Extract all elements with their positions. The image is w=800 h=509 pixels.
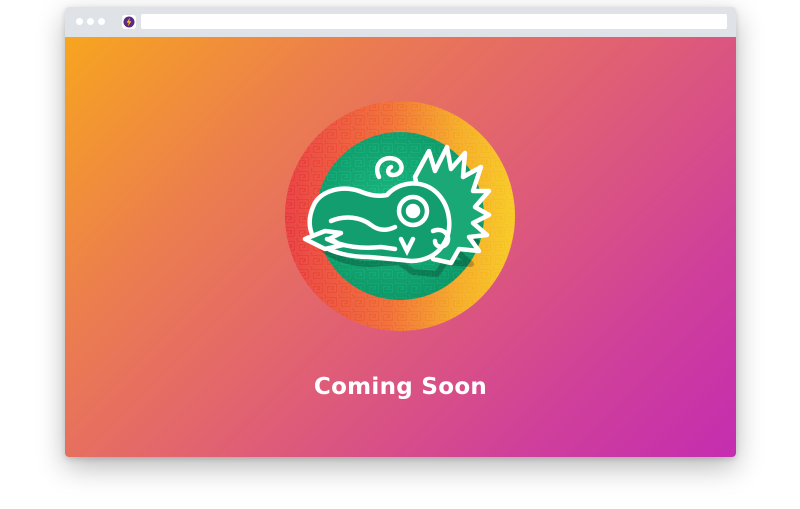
window-controls bbox=[76, 18, 105, 25]
quetzalcoatl-serpent-head-icon bbox=[285, 101, 515, 331]
page-viewport: Coming Soon bbox=[65, 37, 736, 457]
browser-window: Coming Soon bbox=[65, 7, 736, 457]
browser-toolbar bbox=[65, 7, 736, 37]
bolt-icon bbox=[122, 15, 136, 29]
window-control-dot[interactable] bbox=[76, 18, 83, 25]
address-bar[interactable] bbox=[141, 14, 727, 29]
window-control-dot[interactable] bbox=[98, 18, 105, 25]
page-title: Coming Soon bbox=[313, 374, 488, 400]
window-control-dot[interactable] bbox=[87, 18, 94, 25]
